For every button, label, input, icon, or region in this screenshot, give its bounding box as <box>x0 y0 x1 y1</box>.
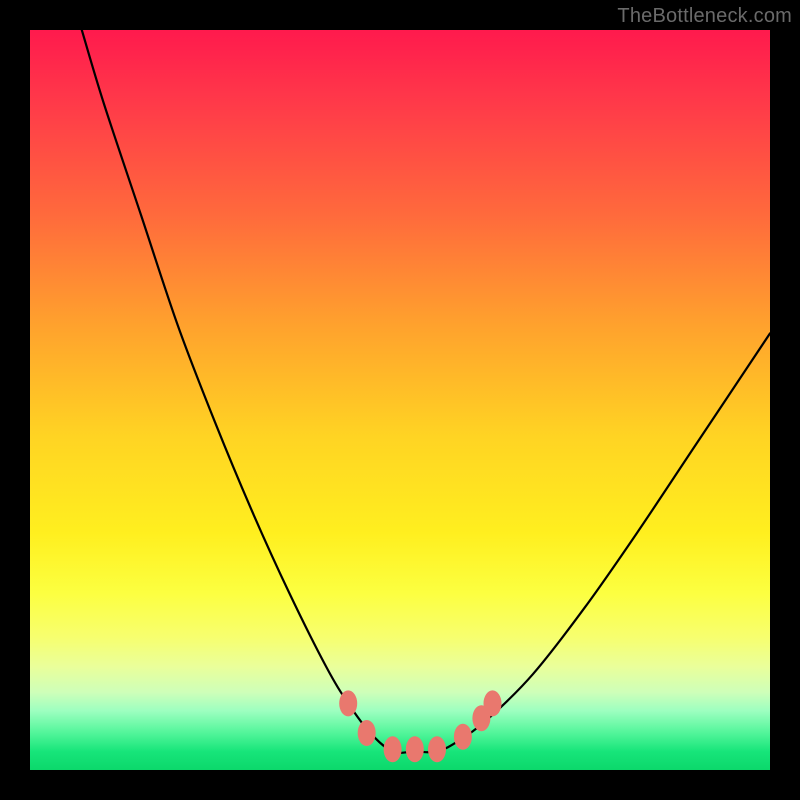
bottleneck-curve <box>30 30 770 770</box>
curve-marker <box>484 690 502 716</box>
curve-marker <box>339 690 357 716</box>
curve-marker <box>358 720 376 746</box>
curve-marker <box>472 705 490 731</box>
curve-marker <box>428 736 446 762</box>
attribution-watermark: TheBottleneck.com <box>617 5 792 28</box>
chart-frame: TheBottleneck.com <box>0 0 800 800</box>
curve-marker <box>384 736 402 762</box>
plot-area <box>30 30 770 770</box>
curve-marker <box>454 724 472 750</box>
curve-marker <box>406 736 424 762</box>
